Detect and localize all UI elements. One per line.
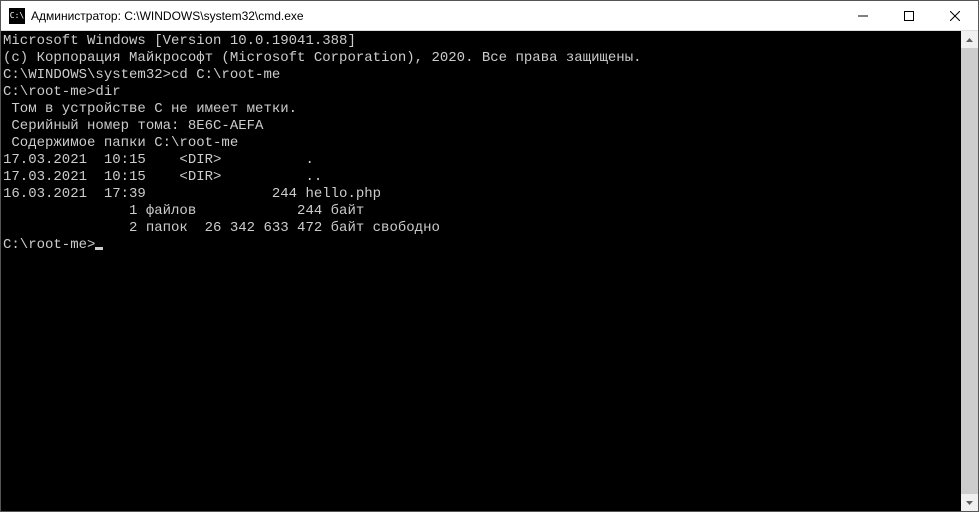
maximize-icon (904, 11, 914, 21)
terminal-line: 17.03.2021 10:15 <DIR> .. (3, 169, 961, 186)
terminal-output[interactable]: Microsoft Windows [Version 10.0.19041.38… (1, 31, 961, 511)
terminal-area: Microsoft Windows [Version 10.0.19041.38… (1, 31, 978, 511)
chevron-down-icon (966, 501, 973, 505)
terminal-line: C:\WINDOWS\system32>cd C:\root-me (3, 67, 961, 84)
terminal-line: 17.03.2021 10:15 <DIR> . (3, 152, 961, 169)
scroll-down-button[interactable] (961, 494, 978, 511)
terminal-line: Серийный номер тома: 8E6C-AEFA (3, 118, 961, 135)
terminal-line: 16.03.2021 17:39 244 hello.php (3, 186, 961, 203)
terminal-line: 1 файлов 244 байт (3, 203, 961, 220)
terminal-line: Том в устройстве C не имеет метки. (3, 101, 961, 118)
cursor (95, 247, 103, 250)
terminal-prompt-line: C:\root-me> (3, 237, 961, 254)
scrollbar-thumb[interactable] (961, 48, 978, 494)
titlebar[interactable]: C:\ Администратор: C:\WINDOWS\system32\c… (1, 1, 978, 31)
cmd-icon: C:\ (9, 8, 25, 24)
minimize-icon (858, 11, 868, 21)
window-title: Администратор: C:\WINDOWS\system32\cmd.e… (31, 9, 840, 23)
cmd-window: C:\ Администратор: C:\WINDOWS\system32\c… (0, 0, 979, 512)
vertical-scrollbar[interactable] (961, 31, 978, 511)
close-button[interactable] (932, 1, 978, 30)
scrollbar-track[interactable] (961, 48, 978, 494)
maximize-button[interactable] (886, 1, 932, 30)
terminal-line: (c) Корпорация Майкрософт (Microsoft Cor… (3, 50, 961, 67)
minimize-button[interactable] (840, 1, 886, 30)
chevron-up-icon (966, 38, 973, 42)
window-controls (840, 1, 978, 30)
terminal-line: Microsoft Windows [Version 10.0.19041.38… (3, 33, 961, 50)
scroll-up-button[interactable] (961, 31, 978, 48)
terminal-line: C:\root-me>dir (3, 84, 961, 101)
terminal-prompt: C:\root-me> (3, 237, 95, 253)
terminal-line: 2 папок 26 342 633 472 байт свободно (3, 220, 961, 237)
terminal-line: Содержимое папки C:\root-me (3, 135, 961, 152)
close-icon (950, 11, 960, 21)
